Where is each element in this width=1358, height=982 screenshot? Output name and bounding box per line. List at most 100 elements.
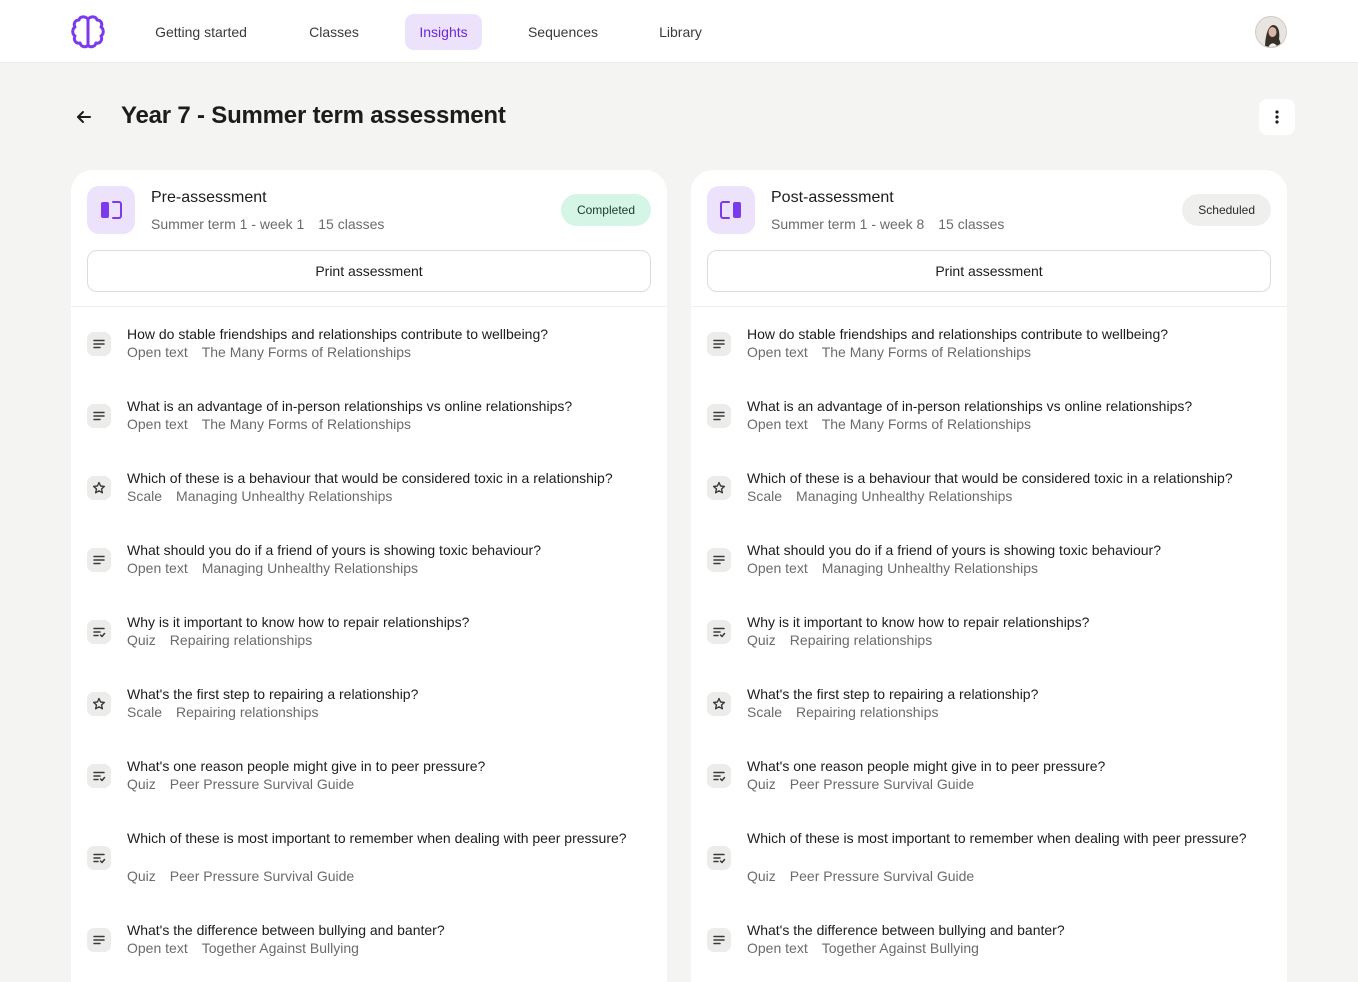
question-text: What is an advantage of in-person relati… [127, 398, 573, 414]
question-text: What's the first step to repairing a rel… [127, 686, 419, 702]
list-check-icon [707, 846, 731, 870]
page-title: Year 7 - Summer term assessment [121, 102, 506, 129]
list-check-icon [87, 764, 111, 788]
question-meta: Open text Together Against Bullying [747, 940, 979, 956]
question-item[interactable]: What's one reason people might give in t… [71, 756, 667, 796]
question-topic: The Many Forms of Relationships [201, 416, 412, 432]
status-badge: Scheduled [1182, 194, 1271, 226]
question-item[interactable]: What should you do if a friend of yours … [71, 540, 667, 580]
question-topic: Peer Pressure Survival Guide [789, 776, 975, 792]
question-text: How do stable friendships and relationsh… [747, 326, 1169, 342]
question-text: Why is it important to know how to repai… [127, 614, 470, 630]
question-type: Open text [747, 940, 808, 956]
question-item[interactable]: What is an advantage of in-person relati… [691, 396, 1287, 436]
question-topic: Managing Unhealthy Relationships [821, 560, 1039, 576]
nav-classes[interactable]: Classes [296, 14, 372, 50]
question-meta: Quiz Peer Pressure Survival Guide [747, 776, 974, 792]
question-type: Open text [127, 940, 188, 956]
nav-getting-started[interactable]: Getting started [138, 14, 264, 50]
pre-assessment-panel: Pre-assessment Summer term 1 - week 1 15 … [71, 170, 667, 982]
question-type: Quiz [127, 868, 156, 884]
list-check-icon [707, 764, 731, 788]
user-avatar[interactable] [1255, 16, 1287, 48]
more-options-button[interactable] [1259, 99, 1295, 135]
question-type: Scale [127, 488, 163, 504]
question-item[interactable]: Which of these is a behaviour that would… [71, 468, 667, 508]
question-topic: Repairing relationships [796, 704, 939, 720]
question-meta: Scale Managing Unhealthy Relationships [747, 488, 1012, 504]
question-item[interactable]: What's the difference between bullying a… [71, 920, 667, 960]
question-text: Which of these is a behaviour that would… [127, 470, 613, 486]
panel-title: Pre-assessment [151, 189, 267, 206]
question-type: Scale [127, 704, 163, 720]
question-item[interactable]: Why is it important to know how to repai… [691, 612, 1287, 652]
question-item[interactable]: What's the difference between bullying a… [691, 920, 1287, 960]
question-meta: Open text Managing Unhealthy Relationship… [747, 560, 1038, 576]
panel-term: Summer term 1 - week 8 [771, 216, 925, 232]
question-topic: Together Against Bullying [821, 940, 979, 956]
question-item[interactable]: Which of these is most important to reme… [71, 828, 667, 888]
question-text: How do stable friendships and relationsh… [127, 326, 549, 342]
question-meta: Open text Together Against Bullying [127, 940, 359, 956]
vertical-dots-icon [1275, 110, 1279, 124]
question-text: What should you do if a friend of yours … [747, 542, 1162, 558]
question-text: Which of these is most important to reme… [747, 830, 1247, 846]
question-item[interactable]: Which of these is a behaviour that would… [691, 468, 1287, 508]
question-type: Quiz [747, 868, 776, 884]
question-item[interactable]: What's the first step to repairing a rel… [71, 684, 667, 724]
question-text: What's one reason people might give in t… [127, 758, 486, 774]
top-navigation-bar: Getting started Classes Insights Sequenc… [0, 0, 1358, 63]
question-meta: Open text The Many Forms of Relationships [127, 344, 411, 360]
print-assessment-button[interactable]: Print assessment [87, 250, 651, 292]
nav-insights[interactable]: Insights [405, 14, 482, 50]
question-topic: Peer Pressure Survival Guide [169, 776, 355, 792]
question-type: Open text [127, 416, 188, 432]
question-type: Open text [747, 560, 808, 576]
question-type: Quiz [747, 776, 776, 792]
question-item[interactable]: Why is it important to know how to repai… [71, 612, 667, 652]
question-item[interactable]: What should you do if a friend of yours … [691, 540, 1287, 580]
question-item[interactable]: Which of these is most important to reme… [691, 828, 1287, 888]
question-type: Open text [747, 344, 808, 360]
question-meta: Quiz Peer Pressure Survival Guide [747, 868, 974, 884]
nav-sequences[interactable]: Sequences [514, 14, 612, 50]
question-meta: Open text Managing Unhealthy Relationship… [127, 560, 418, 576]
question-topic: Managing Unhealthy Relationships [176, 488, 393, 504]
question-item[interactable]: What's one reason people might give in t… [691, 756, 1287, 796]
question-item[interactable]: What's the first step to repairing a rel… [691, 684, 1287, 724]
question-text: Why is it important to know how to repai… [747, 614, 1090, 630]
question-meta: Quiz Repairing relationships [747, 632, 932, 648]
panel-subtitle: Summer term 1 - week 8 15 classes [771, 216, 1004, 232]
text-lines-icon [87, 548, 111, 572]
question-type: Scale [747, 704, 783, 720]
list-check-icon [87, 846, 111, 870]
question-item[interactable]: What is an advantage of in-person relati… [71, 396, 667, 436]
question-type: Scale [747, 488, 783, 504]
question-item[interactable]: How do stable friendships and relationsh… [71, 324, 667, 364]
question-topic: Repairing relationships [169, 632, 313, 648]
question-meta: Quiz Repairing relationships [127, 632, 312, 648]
panel-term: Summer term 1 - week 1 [151, 216, 305, 232]
question-type: Open text [127, 344, 188, 360]
text-lines-icon [87, 404, 111, 428]
question-item[interactable]: How do stable friendships and relationsh… [691, 324, 1287, 364]
star-icon [707, 692, 731, 716]
columns-right-icon [707, 186, 755, 234]
text-lines-icon [707, 548, 731, 572]
back-arrow-icon[interactable] [72, 105, 96, 129]
question-text: What's the first step to repairing a rel… [747, 686, 1039, 702]
brain-logo-icon[interactable] [69, 13, 107, 51]
text-lines-icon [707, 404, 731, 428]
panel-classes: 15 classes [318, 216, 385, 232]
question-topic: Peer Pressure Survival Guide [789, 868, 975, 884]
post-assessment-panel: Post-assessment Summer term 1 - week 8 15… [691, 170, 1287, 982]
nav-library[interactable]: Library [645, 14, 716, 50]
question-type: Quiz [127, 776, 156, 792]
star-icon [87, 476, 111, 500]
print-assessment-button[interactable]: Print assessment [707, 250, 1271, 292]
question-topic: Managing Unhealthy Relationships [201, 560, 419, 576]
question-meta: Scale Repairing relationships [127, 704, 318, 720]
question-meta: Open text The Many Forms of Relationships [747, 344, 1031, 360]
question-meta: Open text The Many Forms of Relationships [747, 416, 1031, 432]
text-lines-icon [87, 928, 111, 952]
